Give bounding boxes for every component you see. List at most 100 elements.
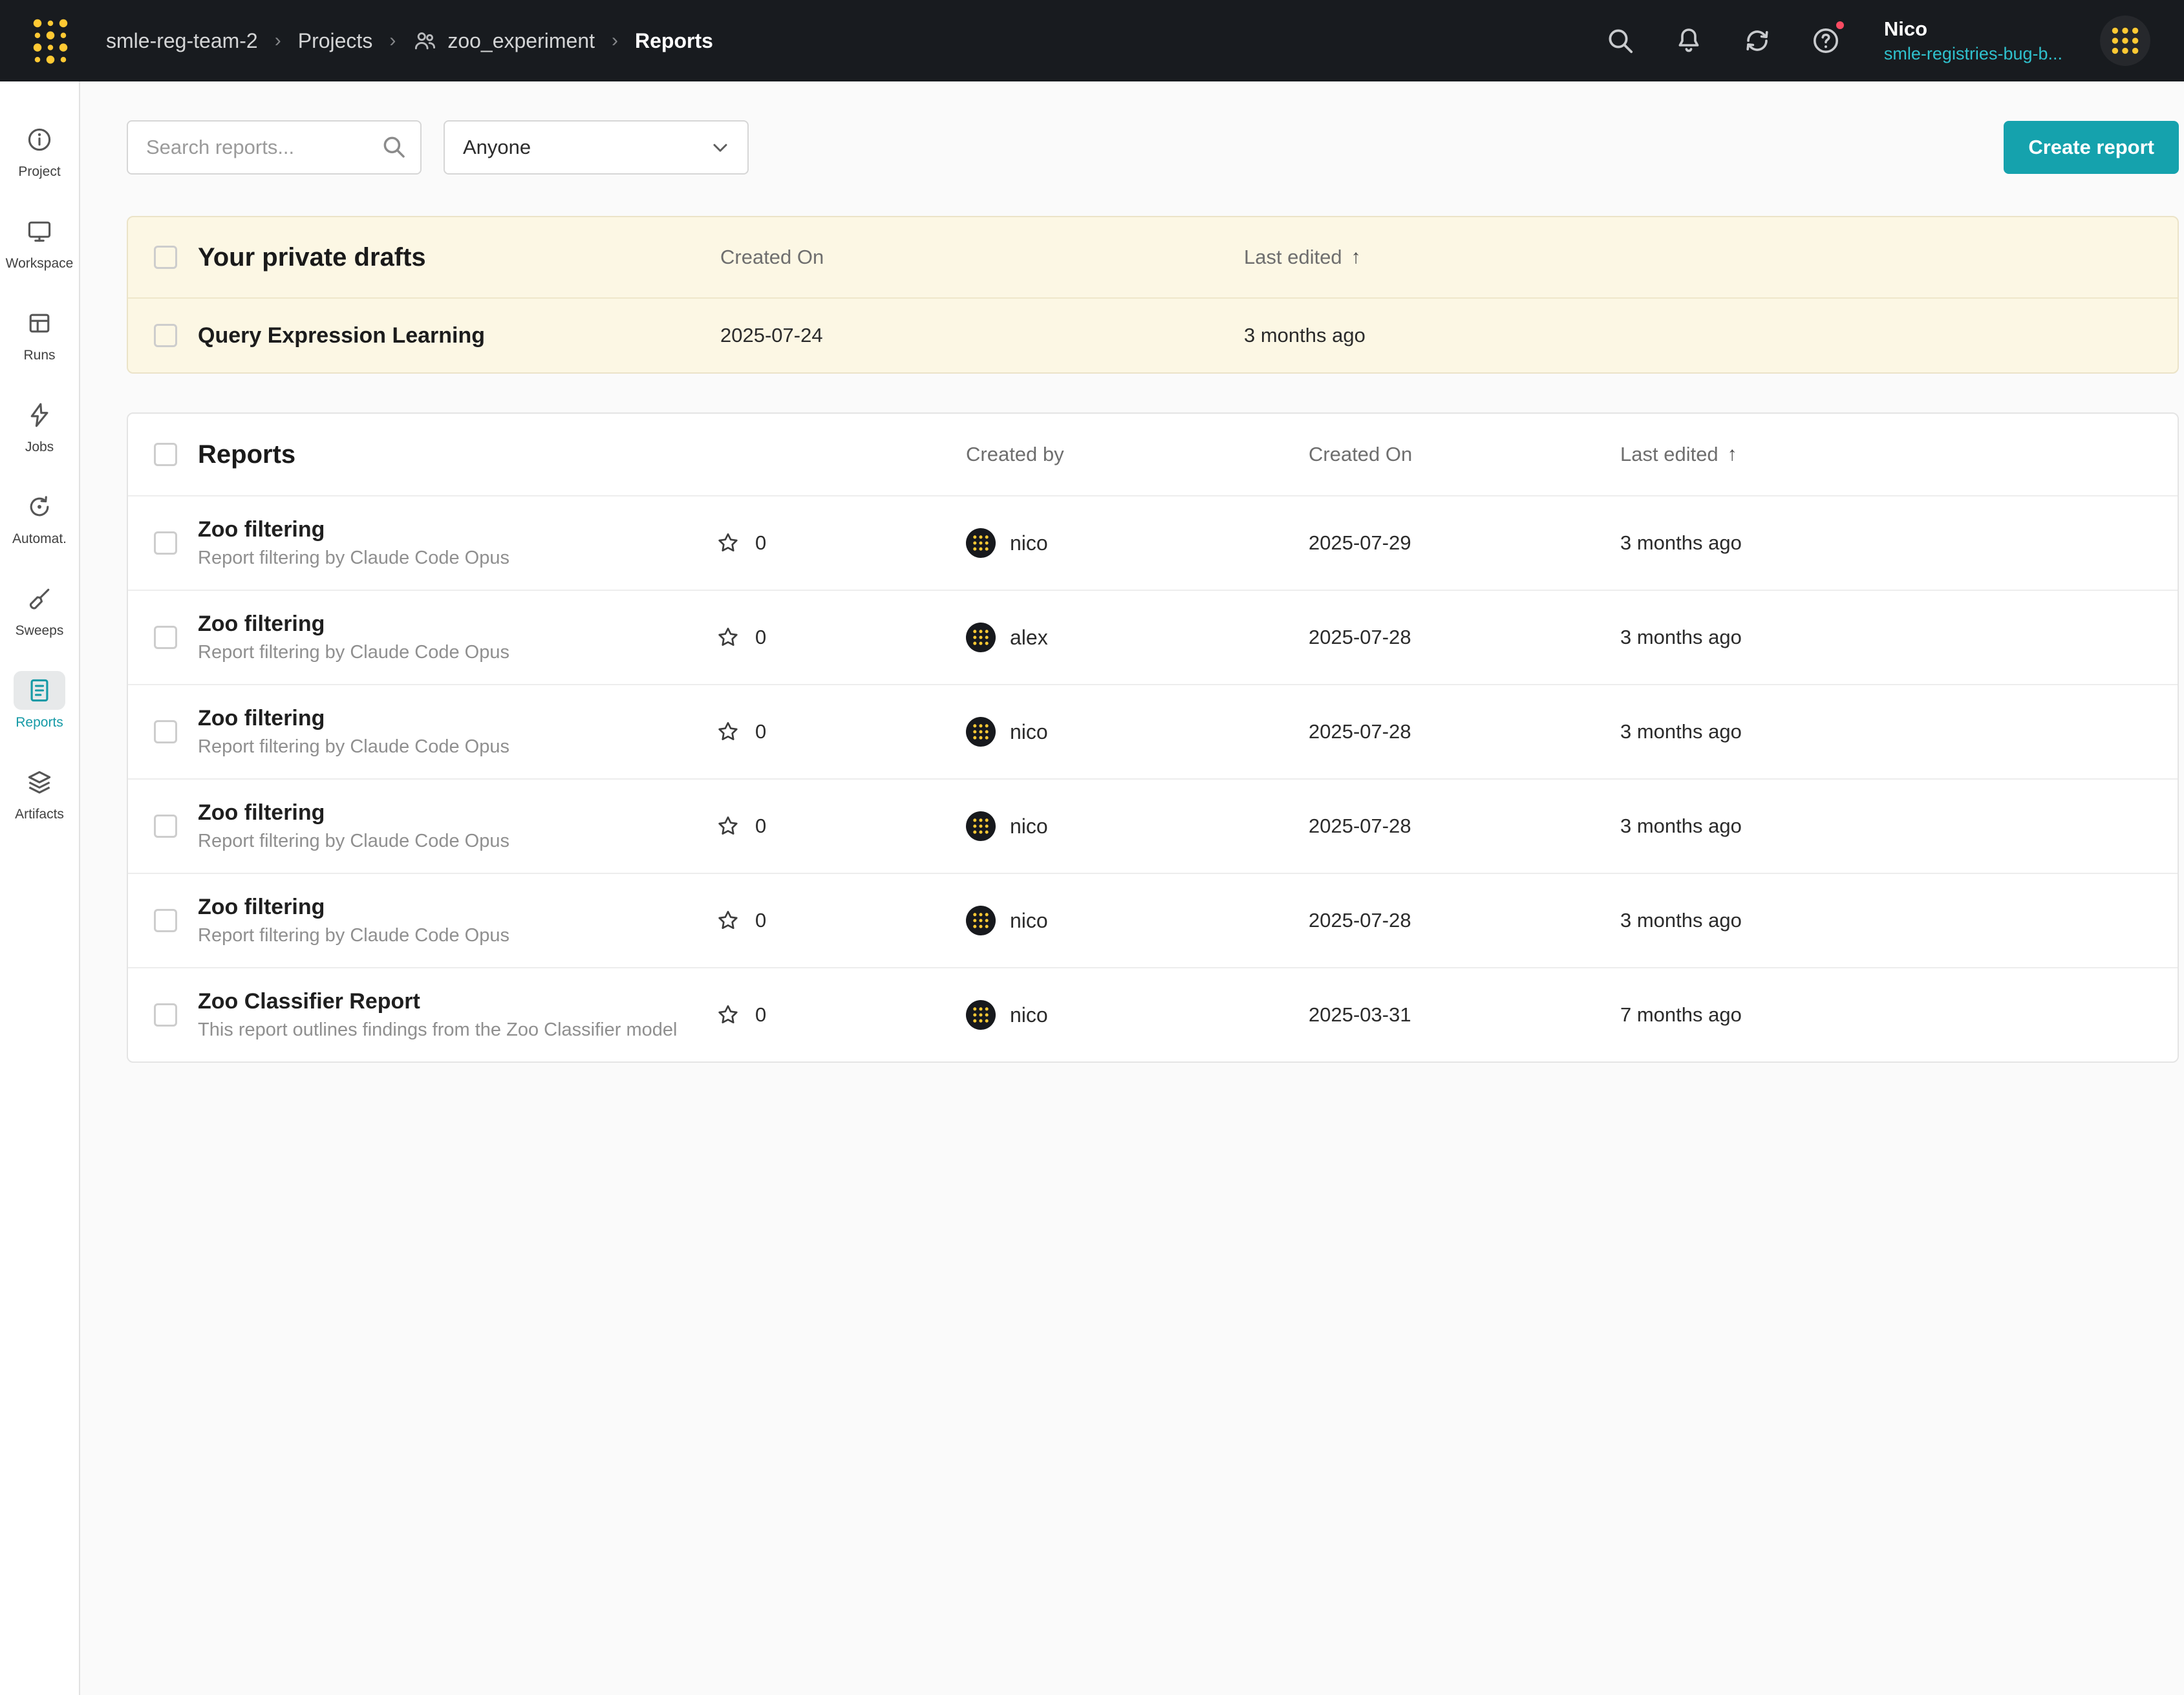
user-name: Nico — [1884, 16, 2062, 42]
report-last-edited: 3 months ago — [1620, 909, 2152, 932]
sync-icon[interactable] — [1742, 25, 1773, 56]
sidebar-item-runs[interactable]: Runs — [0, 304, 79, 363]
report-row[interactable]: Zoo filtering Report filtering by Claude… — [128, 495, 2178, 590]
table-icon — [14, 304, 65, 343]
row-checkbox[interactable] — [154, 909, 177, 932]
avatar[interactable] — [2100, 16, 2150, 66]
breadcrumb-projects[interactable]: Projects — [298, 29, 373, 53]
sidebar-item-project[interactable]: Project — [0, 120, 79, 180]
report-title[interactable]: Zoo filtering — [198, 706, 509, 731]
created-by-cell[interactable]: nico — [966, 811, 1309, 841]
star-count[interactable]: 0 — [715, 813, 966, 839]
breadcrumb: smle-reg-team-2 › Projects › zoo_experim… — [106, 28, 713, 53]
avatar — [966, 906, 996, 935]
created-by-cell[interactable]: nico — [966, 717, 1309, 747]
sidebar-item-label: Jobs — [25, 440, 54, 455]
report-row[interactable]: Zoo Classifier Report This report outlin… — [128, 967, 2178, 1061]
create-report-button[interactable]: Create report — [2004, 121, 2179, 174]
sidebar-item-automations[interactable]: Automat. — [0, 487, 79, 547]
created-by-cell[interactable]: nico — [966, 1000, 1309, 1030]
report-subtitle: Report filtering by Claude Code Opus — [198, 831, 509, 852]
row-checkbox[interactable] — [154, 626, 177, 649]
creator-name: nico — [1010, 815, 1048, 838]
search-input[interactable] — [127, 120, 422, 175]
star-icon — [715, 1002, 741, 1028]
report-row[interactable]: Zoo filtering Report filtering by Claude… — [128, 873, 2178, 967]
created-by-cell[interactable]: nico — [966, 528, 1309, 558]
top-navbar: smle-reg-team-2 › Projects › zoo_experim… — [0, 0, 2184, 81]
select-all-drafts-checkbox[interactable] — [154, 246, 177, 269]
column-created-on[interactable]: Created On — [720, 246, 1244, 269]
breadcrumb-team[interactable]: smle-reg-team-2 — [106, 29, 258, 53]
report-subtitle: Report filtering by Claude Code Opus — [198, 736, 509, 758]
reports-panel: Reports Created by Created On Last edite… — [127, 412, 2179, 1063]
author-filter-dropdown[interactable]: Anyone — [444, 120, 749, 175]
draft-row[interactable]: Query Expression Learning 2025-07-24 3 m… — [128, 299, 2178, 372]
report-icon — [14, 671, 65, 710]
report-title[interactable]: Zoo filtering — [198, 800, 509, 826]
draft-title[interactable]: Query Expression Learning — [198, 323, 485, 348]
sidebar-item-jobs[interactable]: Jobs — [0, 396, 79, 455]
breadcrumb-project[interactable]: zoo_experiment — [412, 28, 595, 53]
row-checkbox[interactable] — [154, 720, 177, 743]
drafts-header: Your private drafts Created On Last edit… — [128, 217, 2178, 299]
row-checkbox[interactable] — [154, 815, 177, 838]
report-title[interactable]: Zoo filtering — [198, 517, 509, 542]
row-checkbox[interactable] — [154, 531, 177, 555]
sidebar-item-sweeps[interactable]: Sweeps — [0, 579, 79, 639]
star-count[interactable]: 0 — [715, 719, 966, 745]
column-last-edited[interactable]: Last edited ↑ — [1620, 443, 2152, 466]
column-created-on[interactable]: Created On — [1309, 443, 1620, 466]
row-checkbox[interactable] — [154, 324, 177, 347]
report-row[interactable]: Zoo filtering Report filtering by Claude… — [128, 590, 2178, 684]
creator-name: nico — [1010, 531, 1048, 555]
drafts-title: Your private drafts — [198, 243, 426, 272]
creator-name: alex — [1010, 626, 1048, 650]
avatar — [966, 528, 996, 558]
report-title[interactable]: Zoo filtering — [198, 895, 509, 920]
author-filter-value: Anyone — [463, 136, 531, 159]
select-all-reports-checkbox[interactable] — [154, 443, 177, 466]
star-count[interactable]: 0 — [715, 624, 966, 650]
user-menu[interactable]: Nico smle-registries-bug-b... — [1884, 16, 2062, 65]
report-row[interactable]: Zoo filtering Report filtering by Claude… — [128, 684, 2178, 778]
report-row[interactable]: Zoo filtering Report filtering by Claude… — [128, 778, 2178, 873]
star-icon — [715, 624, 741, 650]
created-by-cell[interactable]: alex — [966, 623, 1309, 652]
draft-last-edited: 3 months ago — [1244, 324, 2152, 347]
report-title[interactable]: Zoo Classifier Report — [198, 989, 677, 1014]
bell-icon[interactable] — [1673, 25, 1704, 56]
creator-name: nico — [1010, 909, 1048, 933]
wandb-logo[interactable] — [31, 19, 70, 63]
report-title[interactable]: Zoo filtering — [198, 612, 509, 637]
help-icon[interactable] — [1810, 25, 1841, 56]
search-icon[interactable] — [1605, 25, 1636, 56]
sidebar-item-artifacts[interactable]: Artifacts — [0, 763, 79, 822]
avatar — [966, 717, 996, 747]
column-last-edited[interactable]: Last edited ↑ — [1244, 246, 2152, 269]
star-count[interactable]: 0 — [715, 530, 966, 556]
sort-arrow-icon: ↑ — [1728, 443, 1737, 465]
star-icon — [715, 908, 741, 933]
column-created-by[interactable]: Created by — [966, 443, 1309, 466]
star-icon — [715, 719, 741, 745]
sort-arrow-icon: ↑ — [1351, 246, 1361, 268]
broom-icon — [14, 579, 65, 618]
star-count[interactable]: 0 — [715, 1002, 966, 1028]
workspace-icon — [14, 212, 65, 251]
star-count[interactable]: 0 — [715, 908, 966, 933]
lightning-icon — [14, 396, 65, 434]
breadcrumb-separator: › — [389, 30, 396, 52]
sidebar-item-label: Project — [18, 164, 60, 180]
row-checkbox[interactable] — [154, 1003, 177, 1027]
notification-badge — [1834, 19, 1847, 32]
sidebar-item-reports[interactable]: Reports — [0, 671, 79, 730]
breadcrumb-separator: › — [612, 30, 618, 52]
reports-toolbar: Anyone Create report — [127, 120, 2179, 175]
sidebar-item-workspace[interactable]: Workspace — [0, 212, 79, 272]
layers-icon — [14, 763, 65, 802]
created-by-cell[interactable]: nico — [966, 906, 1309, 935]
creator-name: nico — [1010, 720, 1048, 744]
sidebar: Project Workspace Runs — [0, 81, 80, 1695]
sidebar-item-label: Artifacts — [15, 807, 64, 822]
